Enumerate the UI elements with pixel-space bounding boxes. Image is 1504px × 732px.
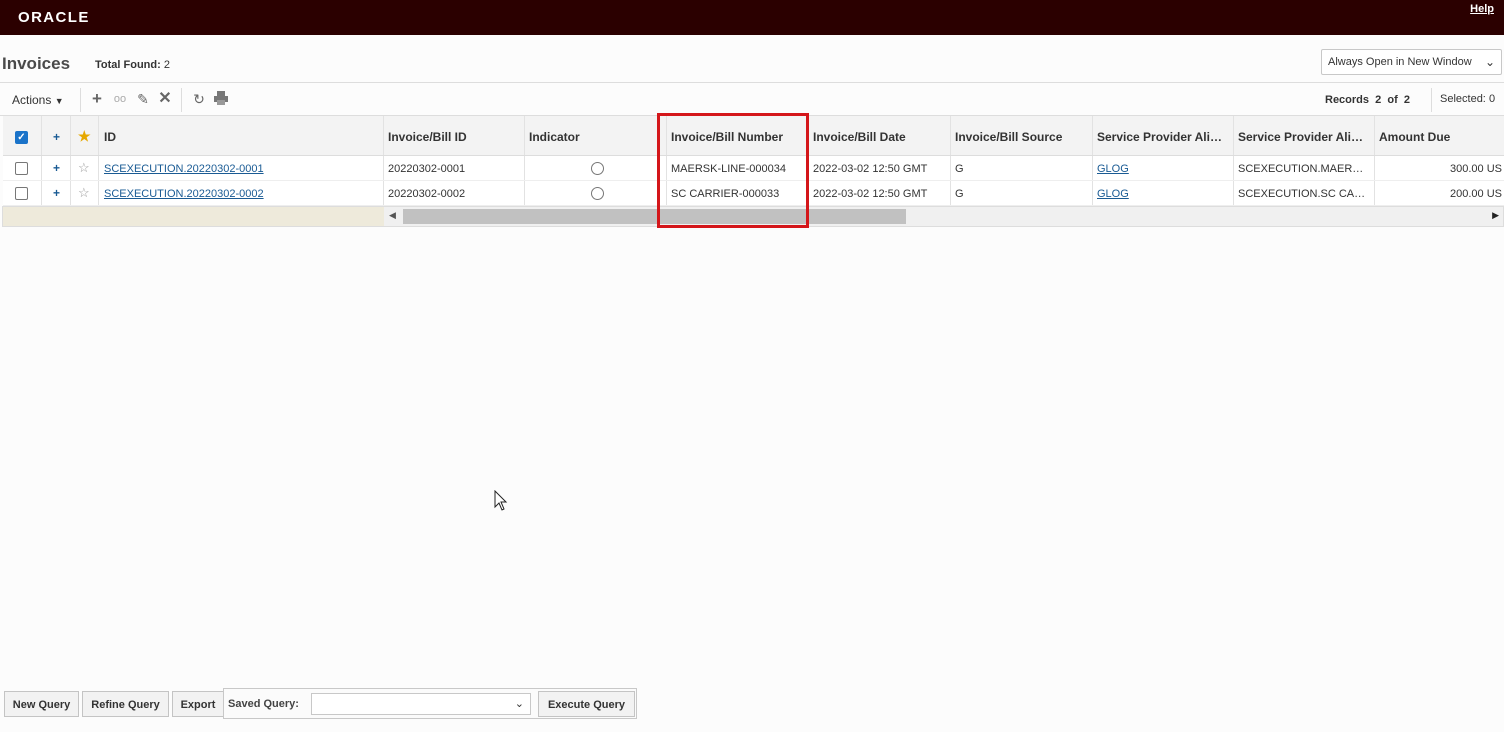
column-header-invoice-bill-id[interactable]: Invoice/Bill ID (384, 116, 525, 155)
id-link-text[interactable]: SCEXECUTION.20220302-0001 (104, 163, 264, 175)
id-link[interactable]: SCEXECUTION.20220302-0002 (99, 181, 384, 205)
export-button[interactable]: Export (172, 691, 224, 717)
frozen-columns-spacer (3, 207, 384, 226)
actions-label: Actions (12, 93, 52, 107)
oracle-logo: ORACLE (18, 9, 90, 26)
favorite-star-icon[interactable]: ☆ (71, 156, 99, 180)
expand-row-icon[interactable]: + (42, 181, 71, 205)
invoice-bill-source-cell: G (951, 181, 1093, 205)
help-link[interactable]: Help (1470, 3, 1494, 15)
chevron-down-icon: ⌄ (514, 698, 524, 710)
amount-due-cell: 200.00 US (1375, 181, 1504, 205)
delete-icon[interactable]: ✕ (156, 90, 174, 108)
expand-row-icon[interactable]: + (42, 156, 71, 180)
column-header-invoice-bill-date[interactable]: Invoice/Bill Date (809, 116, 951, 155)
scrollbar-thumb[interactable] (403, 209, 906, 224)
toolbar: Actions ▼ + oo ✎ ✕ ↻ Records 2 of 2 Sele… (0, 84, 1504, 116)
divider (80, 88, 81, 112)
refresh-icon[interactable]: ↻ (190, 90, 208, 108)
execute-query-button[interactable]: Execute Query (538, 691, 635, 717)
divider (1431, 88, 1432, 112)
service-provider-alias-link[interactable]: GLOG (1093, 181, 1234, 205)
selected-value: 0 (1488, 93, 1496, 105)
service-provider-alias-link[interactable]: GLOG (1093, 156, 1234, 180)
column-header-id[interactable]: ID (99, 116, 384, 155)
records-label: Records (1325, 94, 1370, 106)
horizontal-scrollbar[interactable]: ◀ ▶ (384, 207, 1503, 226)
selected-label: Selected: (1440, 93, 1486, 105)
table-row[interactable]: + ☆ SCEXECUTION.20220302-0001 20220302-0… (3, 156, 1504, 181)
indicator-circle-icon (525, 156, 667, 180)
row-checkbox[interactable] (3, 181, 42, 205)
new-query-button[interactable]: New Query (4, 691, 79, 717)
edit-icon[interactable]: ✎ (134, 90, 152, 108)
id-link[interactable]: SCEXECUTION.20220302-0001 (99, 156, 384, 180)
column-header-amount-due[interactable]: Amount Due (1375, 116, 1504, 155)
divider (181, 88, 182, 112)
saved-query-panel: Saved Query: ⌄ Execute Query (223, 688, 637, 719)
column-header-invoice-bill-number[interactable]: Invoice/Bill Number (667, 116, 809, 155)
scroll-left-arrow-icon[interactable]: ◀ (389, 210, 396, 221)
column-header-service-provider-alias-1[interactable]: Service Provider Ali… (1093, 116, 1234, 155)
add-icon[interactable]: + (88, 90, 106, 108)
selected-count: Selected: 0 (1440, 93, 1495, 105)
scroll-right-arrow-icon[interactable]: ▶ (1492, 210, 1499, 221)
records-count: Records 2 of 2 (1325, 94, 1410, 106)
select-all-checkbox[interactable]: ✓ (3, 116, 42, 155)
invoice-bill-date-cell: 2022-03-02 12:50 GMT (809, 156, 951, 180)
top-bar: ORACLE Help (0, 0, 1504, 35)
page-title: Invoices (2, 54, 71, 73)
total-found-value: 2 (163, 59, 170, 71)
service-provider-alias2-cell: SCEXECUTION.SC CA… (1234, 181, 1375, 205)
invoice-bill-number-cell: MAERSK-LINE-000034 (667, 156, 809, 180)
id-link-text[interactable]: SCEXECUTION.20220302-0002 (104, 188, 264, 200)
records-current: 2 (1375, 94, 1382, 106)
invoice-bill-date-cell: 2022-03-02 12:50 GMT (809, 181, 951, 205)
refine-query-button[interactable]: Refine Query (82, 691, 169, 717)
indicator-circle-icon (525, 181, 667, 205)
service-provider-alias-text[interactable]: GLOG (1097, 163, 1129, 175)
window-mode-value: Always Open in New Window (1328, 56, 1472, 68)
records-total: 2 (1403, 94, 1411, 106)
window-mode-select[interactable]: Always Open in New Window ⌄ (1321, 49, 1502, 75)
caret-down-icon: ▼ (54, 96, 64, 106)
table-scroll-area: ◀ ▶ (2, 206, 1504, 227)
view-icon[interactable]: oo (111, 90, 129, 108)
row-checkbox[interactable] (3, 156, 42, 180)
table-row[interactable]: + ☆ SCEXECUTION.20220302-0002 20220302-0… (3, 181, 1504, 206)
amount-due-cell: 300.00 US (1375, 156, 1504, 180)
actions-menu[interactable]: Actions ▼ (4, 89, 72, 111)
records-of: of (1387, 94, 1398, 106)
title-bar: Invoices Total Found: 2 Always Open in N… (0, 35, 1504, 83)
total-found-label: Total Found: (95, 59, 161, 71)
column-header-indicator[interactable]: Indicator (525, 116, 667, 155)
expand-all-icon[interactable]: + (42, 116, 71, 155)
table-header-row: ✓ + ★ ID Invoice/Bill ID Indicator Invoi… (3, 116, 1504, 156)
total-found: Total Found: 2 (95, 59, 170, 71)
service-provider-alias2-cell: SCEXECUTION.MAER… (1234, 156, 1375, 180)
column-header-invoice-bill-source[interactable]: Invoice/Bill Source (951, 116, 1093, 155)
invoice-bill-source-cell: G (951, 156, 1093, 180)
saved-query-label: Saved Query: (228, 698, 299, 710)
column-header-service-provider-alias-2[interactable]: Service Provider Ali… (1234, 116, 1375, 155)
invoice-bill-id-cell: 20220302-0001 (384, 156, 525, 180)
invoice-bill-number-cell: SC CARRIER-000033 (667, 181, 809, 205)
invoice-bill-id-cell: 20220302-0002 (384, 181, 525, 205)
saved-query-select[interactable]: ⌄ (311, 693, 531, 715)
mouse-cursor-icon (494, 489, 508, 512)
chevron-down-icon: ⌄ (1484, 55, 1495, 69)
favorite-header-star-icon[interactable]: ★ (71, 116, 99, 155)
print-icon[interactable] (212, 90, 230, 108)
service-provider-alias-text[interactable]: GLOG (1097, 188, 1129, 200)
favorite-star-icon[interactable]: ☆ (71, 181, 99, 205)
